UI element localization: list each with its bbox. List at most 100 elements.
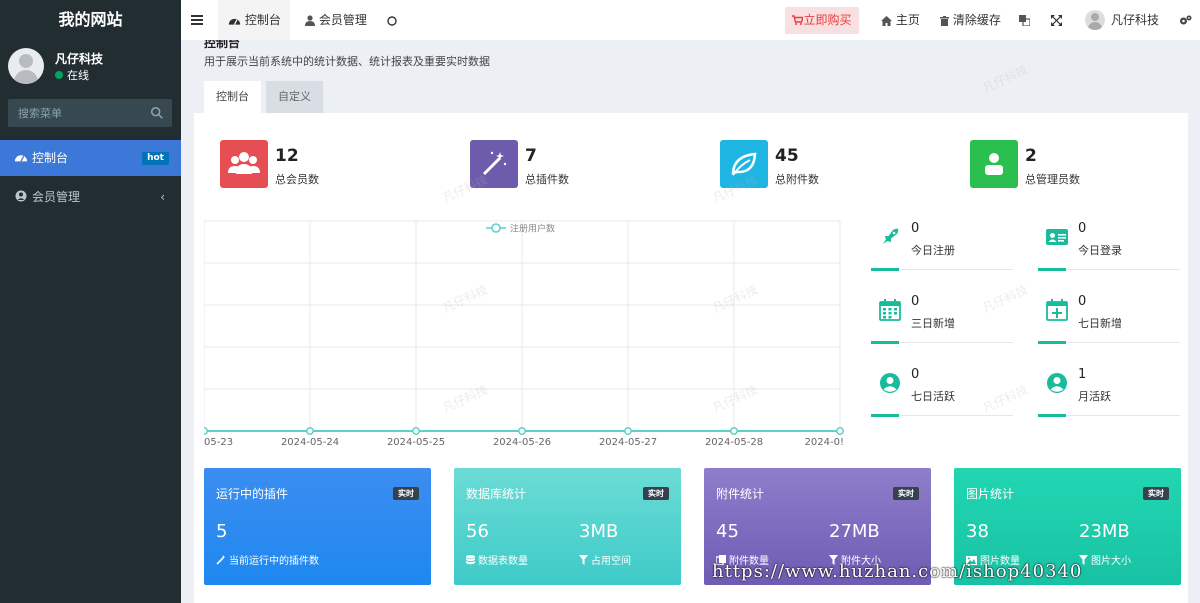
mini-stat-month-active: 1 月活跃 (1038, 366, 1180, 417)
stat-label: 总附件数 (775, 173, 819, 186)
stat-value: 45 (775, 146, 799, 166)
tab-members[interactable]: 会员管理 (305, 0, 367, 40)
mini-stat-label: 今日登录 (1078, 244, 1122, 257)
tab-custom[interactable]: 自定义 (266, 81, 323, 113)
sidebar-item-members[interactable]: 会员管理 ‹ (0, 179, 181, 215)
cart-icon (792, 15, 805, 25)
card-title: 图片统计 (966, 487, 1015, 501)
magic-wand-icon (470, 140, 518, 188)
realtime-badge: 实时 (643, 487, 669, 500)
app-root: 我的网站 凡仔科技 在线 控制台 hot 会员管理 ‹ 控制台 (0, 0, 1200, 603)
card-value: 5 (216, 521, 228, 542)
mini-stat-value: 0 (911, 294, 920, 309)
tab-dashboard[interactable]: 控制台 (218, 0, 290, 40)
main-content: 控制台 用于展示当前系统中的统计数据、统计报表及重要实时数据 控制台 自定义 1… (181, 40, 1200, 603)
search-icon[interactable] (150, 106, 164, 120)
avatar (8, 48, 44, 84)
tab-label: 控制台 (244, 13, 281, 27)
sidebar-item-label: 控制台 (32, 151, 69, 165)
data-point (306, 427, 314, 435)
sidebar-item-label: 会员管理 (32, 190, 81, 204)
mini-stat-7day-new: 0 七日新增 (1038, 293, 1180, 344)
card-label: 占用空间 (579, 552, 631, 567)
avatar (1085, 10, 1105, 30)
page-title: 控制台 (204, 40, 241, 50)
user-menu[interactable]: 凡仔科技 (1085, 0, 1159, 40)
data-point (518, 427, 526, 435)
user-icon (970, 140, 1018, 188)
buy-now-button[interactable]: 立即购买 (785, 7, 859, 34)
bars-icon (191, 15, 203, 25)
legend-marker (491, 223, 501, 233)
settings-button[interactable] (1179, 0, 1192, 40)
data-point (204, 427, 208, 435)
mini-stat-label: 七日新增 (1078, 317, 1122, 330)
data-point (836, 427, 844, 435)
users-icon (220, 140, 268, 188)
registration-chart: 05-23 2024-05-24 2024-05-25 2024-05-26 2024-… (204, 220, 844, 448)
x-tick-label: 2024-05-25 (387, 437, 445, 448)
user-name: 凡仔科技 (55, 52, 104, 66)
divider (1038, 341, 1180, 344)
card-label: 当前运行中的插件数 (216, 552, 319, 567)
stat-value: 2 (1025, 146, 1037, 166)
stat-label: 总管理员数 (1025, 173, 1080, 186)
card-label: 数据表数量 (466, 552, 528, 567)
home-link[interactable]: 主页 (881, 0, 920, 40)
mini-stat-today-register: 0 今日注册 (871, 220, 1013, 271)
rocket-icon (883, 228, 899, 244)
site-logo[interactable]: 我的网站 (0, 0, 181, 40)
online-dot-icon (55, 71, 63, 79)
refresh-button[interactable] (387, 0, 397, 40)
tab-console[interactable]: 控制台 (204, 81, 261, 113)
calendar-plus-icon (1046, 299, 1068, 321)
realtime-badge: 实时 (393, 487, 419, 500)
magic-wand-icon (216, 555, 226, 565)
x-tick-label: 2024-05-24 (281, 437, 339, 448)
card-label-text: 当前运行中的插件数 (229, 556, 319, 567)
mini-stat-today-login: 0 今日登录 (1038, 220, 1180, 271)
language-icon (1019, 15, 1031, 27)
page-description: 用于展示当前系统中的统计数据、统计报表及重要实时数据 (204, 55, 490, 68)
id-card-icon (1046, 229, 1068, 245)
stat-value: 12 (275, 146, 299, 166)
mini-stat-value: 0 (1078, 221, 1087, 236)
user-panel: 凡仔科技 在线 (0, 40, 181, 92)
trash-icon (940, 16, 949, 26)
card-value: 56 (466, 521, 489, 542)
divider (871, 268, 1013, 271)
sidebar-item-dashboard[interactable]: 控制台 hot (0, 140, 181, 176)
divider (871, 414, 1013, 417)
menu-search-input[interactable] (8, 99, 148, 127)
clear-cache-button[interactable]: 清除缓存 (940, 0, 1001, 40)
card-running-plugins: 运行中的插件 实时 5 当前运行中的插件数 (204, 468, 431, 585)
card-label-text: 图片大小 (1091, 556, 1131, 567)
card-label: 图片大小 (1079, 552, 1131, 567)
database-icon (466, 555, 475, 565)
hot-badge: hot (142, 152, 169, 165)
tab-label: 会员管理 (318, 13, 367, 27)
user-icon (305, 15, 315, 26)
gears-icon (1180, 15, 1192, 25)
sidebar: 我的网站 凡仔科技 在线 控制台 hot 会员管理 ‹ (0, 0, 181, 603)
clear-cache-label: 清除缓存 (952, 13, 1001, 27)
header-user-name: 凡仔科技 (1111, 13, 1160, 27)
chevron-left-icon: ‹ (160, 190, 165, 204)
dashboard-panel: 12 总会员数 7 总插件数 45 总附件数 2 总管理员数 05-23 202… (194, 113, 1188, 603)
mini-stat-value: 0 (911, 367, 920, 382)
watermark: 凡仔科技 (980, 62, 1030, 96)
url-watermark: https://www.huzhan.com/ishop40340 (712, 561, 1083, 582)
card-label-text: 占用空间 (591, 556, 631, 567)
stat-value: 7 (525, 146, 537, 166)
x-tick-label: 2024-05-28 (705, 437, 763, 448)
menu-search (8, 99, 172, 127)
mini-stat-label: 今日注册 (911, 244, 955, 257)
card-value: 23MB (1079, 521, 1130, 542)
x-tick-label: 2024-05-27 (599, 437, 657, 448)
fullscreen-button[interactable] (1051, 0, 1062, 40)
mini-stat-label: 三日新增 (911, 317, 955, 330)
circle-icon (387, 16, 397, 26)
menu-toggle-button[interactable] (191, 0, 203, 40)
card-title: 运行中的插件 (216, 487, 289, 501)
translate-button[interactable] (1019, 0, 1031, 40)
